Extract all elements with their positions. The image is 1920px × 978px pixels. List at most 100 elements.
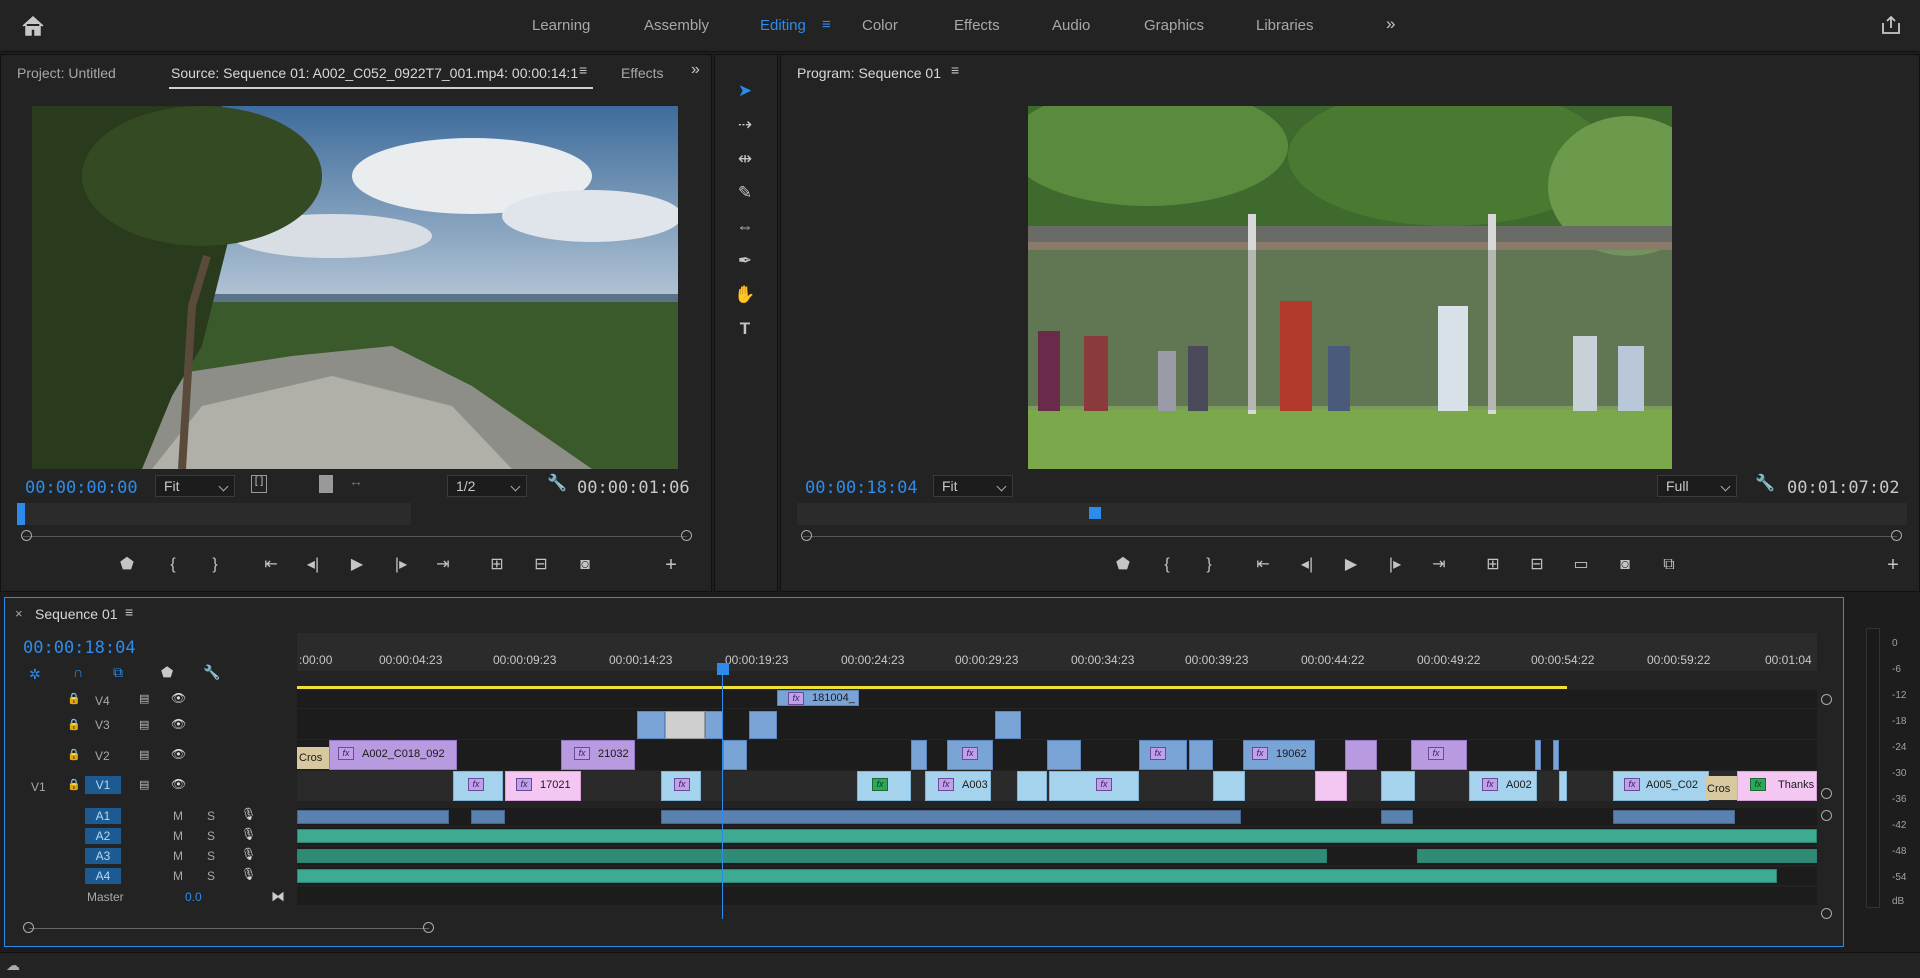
share-icon[interactable] [1880,14,1902,36]
comparison-view-icon[interactable]: ▭ [1569,554,1593,576]
insert-overwrite-icon[interactable]: [ ] [251,475,267,493]
program-menu-icon[interactable]: ≡ [951,62,959,78]
vertical-scroll-handle[interactable] [1821,810,1832,821]
vertical-scroll-handle[interactable] [1821,908,1832,919]
horizontal-zoom-handle-right[interactable] [423,922,434,933]
extract-icon[interactable]: ⊟ [1525,554,1549,576]
program-zoom-handle-right[interactable] [1891,530,1902,541]
mark-out-icon[interactable]: } [203,554,227,576]
clip-a1[interactable] [661,810,1241,824]
timeline-playhead-head[interactable] [717,663,729,675]
program-mark-out-icon[interactable]: } [1197,554,1221,576]
hamburger-menu-icon[interactable]: ≡ [822,16,831,33]
program-playhead[interactable] [1089,507,1101,519]
track-target-a1[interactable]: A1 [85,808,121,824]
program-zoom-bar[interactable] [803,536,1897,537]
creative-cloud-icon[interactable]: ☁ [6,957,20,974]
program-zoom-handle-left[interactable] [801,530,812,541]
microphone-icon[interactable]: 🎙 [241,807,256,821]
clip-a1[interactable] [1613,810,1735,824]
clip-v1[interactable] [1315,771,1347,801]
clip-a1[interactable] [297,810,449,824]
workspace-audio[interactable]: Audio [1052,17,1090,34]
program-step-forward-icon[interactable]: |▸ [1383,554,1407,576]
tab-effects[interactable]: Effects [621,65,664,81]
master-volume-value[interactable]: 0.0 [185,890,202,904]
clip-v2[interactable] [911,740,927,770]
track-v3[interactable] [297,709,1817,739]
clip-v1[interactable]: fx [1049,771,1139,801]
clip-v2[interactable] [1047,740,1081,770]
clip-v3[interactable] [637,711,665,739]
source-time-ruler[interactable] [17,503,411,525]
clip-v2[interactable]: fx [947,740,993,770]
program-go-to-out-icon[interactable]: ⇥ [1427,554,1451,576]
workspace-graphics[interactable]: Graphics [1144,17,1204,34]
mute-button[interactable]: M [173,829,183,843]
workspace-libraries[interactable]: Libraries [1256,17,1314,34]
timeline-marker-icon[interactable]: ⬟ [161,664,173,681]
program-button-editor-icon[interactable]: + [1881,554,1905,576]
export-frame-icon[interactable]: ◙ [573,554,597,576]
track-target-v1[interactable]: V1 [85,776,121,794]
clip-v1[interactable]: fx A005_C02 [1613,771,1709,801]
eye-icon[interactable]: 👁 [171,747,186,761]
clip-v1[interactable] [1213,771,1245,801]
program-resolution-select[interactable]: Full [1657,475,1737,497]
work-area-bar[interactable] [1471,686,1551,689]
clip-v3-transition[interactable] [665,711,705,739]
clip-a4[interactable] [297,869,1777,883]
source-patch-v1[interactable]: V1 [31,780,46,794]
clip-v2[interactable] [1553,740,1559,770]
lock-icon[interactable]: 🔒 [67,692,81,705]
workspace-assembly[interactable]: Assembly [644,17,709,34]
sequence-menu-icon[interactable]: ≡ [125,604,133,620]
track-target-a2[interactable]: A2 [85,828,121,844]
lift-icon[interactable]: ⊞ [1481,554,1505,576]
clip-v2[interactable]: fx [1139,740,1187,770]
lock-icon[interactable]: 🔒 [67,778,81,791]
clip-a3[interactable] [297,849,1327,863]
program-export-frame-icon[interactable]: ◙ [1613,554,1637,576]
pen-tool-icon[interactable]: ✒ [733,249,757,273]
clip-a3[interactable] [1417,849,1817,863]
clip-v1[interactable]: fx Thanks [1737,771,1817,801]
program-zoom-select[interactable]: Fit [933,475,1013,497]
clip-v1[interactable]: fx A003 [925,771,991,801]
microphone-icon[interactable]: 🎙 [241,847,256,861]
program-settings-wrench-icon[interactable]: 🔧 [1755,473,1775,493]
source-zoom-handle-left[interactable] [21,530,32,541]
drag-audio-icon[interactable]: ↔ [349,473,363,489]
source-zoom-select[interactable]: Fit [155,475,235,497]
sequence-tab[interactable]: Sequence 01 [35,606,118,622]
mute-button[interactable]: M [173,849,183,863]
razor-tool-icon[interactable]: ✎ [733,181,757,205]
insert-icon[interactable]: ⊞ [485,554,509,576]
workspace-learning[interactable]: Learning [532,17,590,34]
clip-v2[interactable]: fx 19062 [1243,740,1315,770]
clip-v2[interactable] [1345,740,1377,770]
microphone-icon[interactable]: 🎙 [241,867,256,881]
source-playhead[interactable] [17,503,25,525]
track-target-a4[interactable]: A4 [85,868,121,884]
tab-project[interactable]: Project: Untitled [17,65,116,81]
lock-icon[interactable]: 🔒 [67,748,81,761]
solo-button[interactable]: S [207,809,215,823]
ripple-edit-tool-icon[interactable]: ⇹ [733,147,757,171]
solo-button[interactable]: S [207,849,215,863]
horizontal-zoom-handle-left[interactable] [23,922,34,933]
workspace-effects[interactable]: Effects [954,17,1000,34]
transition-cross[interactable]: Cros [1705,776,1737,800]
microphone-icon[interactable]: 🎙 [241,827,256,841]
button-editor-icon[interactable]: + [659,554,683,576]
vertical-scroll-handle[interactable] [1821,788,1832,799]
program-add-marker-icon[interactable]: ⬟ [1111,554,1135,576]
solo-button[interactable]: S [207,829,215,843]
mute-button[interactable]: M [173,809,183,823]
clip-v1[interactable]: fx [453,771,503,801]
linked-selection-icon[interactable]: ⧉ [113,664,123,681]
go-to-in-icon[interactable]: ⇤ [259,554,283,576]
source-zoom-handle-right[interactable] [681,530,692,541]
sync-lock-icon[interactable]: ▤ [139,718,149,731]
source-timecode[interactable]: 00:00:00:00 [25,478,138,498]
